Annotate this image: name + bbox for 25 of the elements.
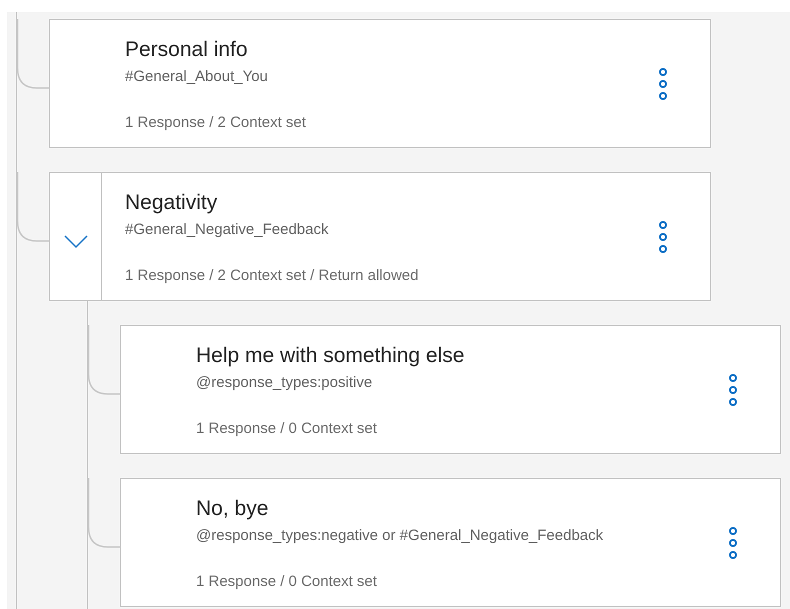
overflow-menu-button[interactable] xyxy=(726,526,740,560)
more-icon xyxy=(658,220,668,252)
dialog-node-card[interactable]: Personal info #General_About_You 1 Response / 2 Context set xyxy=(49,19,711,148)
dialog-node-card[interactable]: No, bye @response_types:negative or #General_Negative_Feedback 1 Response / 0 Context set xyxy=(120,478,781,607)
node-title: Personal info xyxy=(125,37,249,63)
chevron-icon xyxy=(64,234,88,248)
more-icon xyxy=(658,68,668,100)
node-condition: @response_types:negative or #General_Negative_Feedback xyxy=(196,526,604,546)
node-condition: #General_About_You xyxy=(125,67,269,87)
node-condition: @response_types:positive xyxy=(196,373,374,393)
node-condition: #General_Negative_Feedback xyxy=(125,220,330,240)
node-title: Help me with something else xyxy=(196,343,466,369)
overflow-menu-button[interactable] xyxy=(656,66,670,100)
node-title: No, bye xyxy=(196,496,270,522)
node-summary: 1 Response / 0 Context set xyxy=(196,419,378,439)
more-icon xyxy=(728,374,738,406)
dialog-node-card[interactable]: Negativity #General_Negative_Feedback 1 Response / 2 Context set / Return allowed xyxy=(49,172,711,301)
node-summary: 1 Response / 2 Context set / Return allowed xyxy=(125,266,420,286)
more-icon xyxy=(728,526,738,558)
overflow-menu-button[interactable] xyxy=(656,220,670,254)
node-summary: 1 Response / 0 Context set xyxy=(196,572,378,592)
dialog-node-card[interactable]: Help me with something else @response_types:positive 1 Response / 0 Context set xyxy=(120,325,781,454)
overflow-menu-button[interactable] xyxy=(726,372,740,406)
node-summary: 1 Response / 2 Context set xyxy=(125,113,307,133)
node-title: Negativity xyxy=(125,190,218,216)
